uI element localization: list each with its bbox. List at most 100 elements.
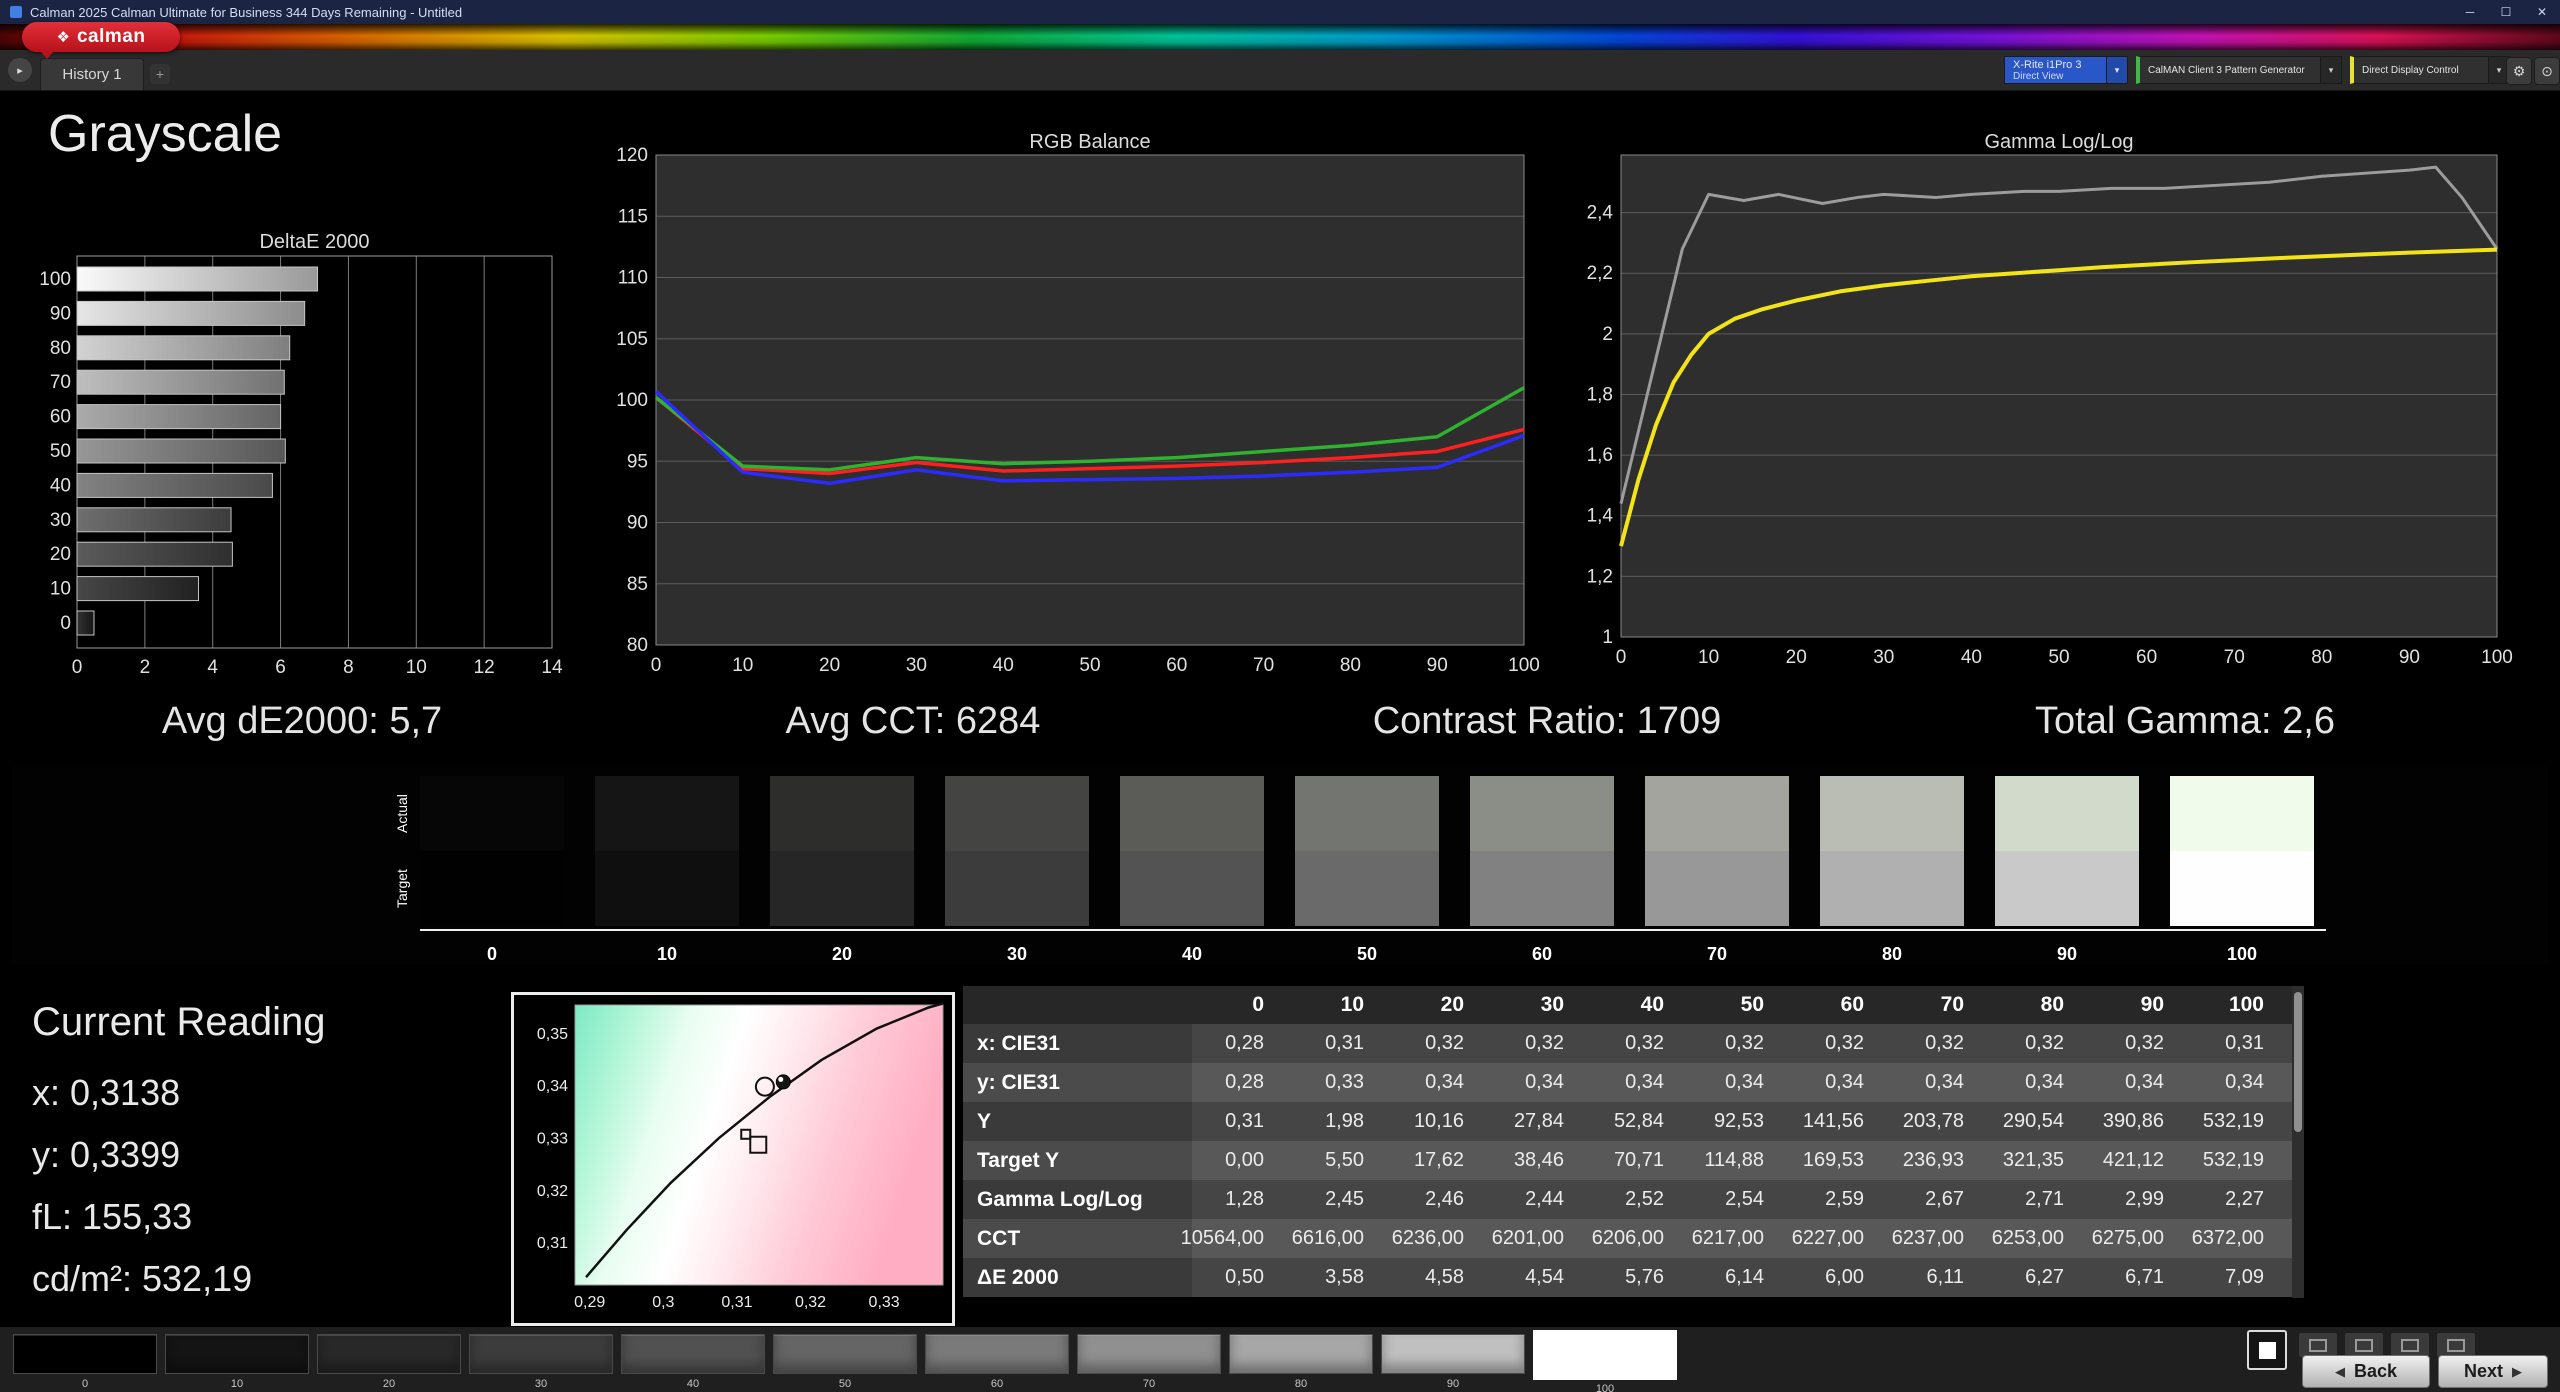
deltae-chart: DeltaE 20000 2 4 6 8 10 12 14100908070605040302… [39,231,563,678]
table-row: y: CIE31 0,28 0,33 0,34 0,34 0,34 0,34 0,34 0,34… [963,1063,2292,1102]
pattern-swatch-button[interactable] [621,1334,765,1374]
swatch-actual [1120,776,1264,851]
table-scrollbar-thumb[interactable] [2294,992,2302,1132]
pattern-swatch-button[interactable] [925,1334,1069,1374]
display-selector[interactable]: Direct Display Control ▾ [2350,56,2510,84]
svg-text:2: 2 [140,657,151,678]
table-scrollbar[interactable] [2292,986,2304,1298]
rgb-balance-chart: RGB Balance120115110105100959085800 10 20 3… [616,131,1540,676]
svg-text:6: 6 [275,657,286,678]
grayscale-swatch: 40 [1120,776,1264,964]
swatch-target [1645,851,1789,926]
svg-text:20: 20 [50,544,71,565]
svg-text:60: 60 [2136,647,2157,668]
swatch-level-label: 80 [1881,944,1903,964]
svg-text:0,33: 0,33 [537,1130,568,1147]
history-nav-button[interactable]: ▸ [8,58,32,82]
svg-text:70: 70 [1253,655,1274,676]
svg-text:80: 80 [2311,647,2332,668]
svg-text:0: 0 [60,613,71,634]
table-cell: 10564,00 [1180,1227,1264,1249]
table-cell: 0,34 [1525,1071,1564,1093]
tab-history-1[interactable]: History 1 [40,58,144,90]
table-row: Y 0,31 1,98 10,16 27,84 52,84 92,53 141,56 203,7… [963,1102,2292,1141]
svg-text:1: 1 [1602,627,1613,648]
svg-text:30: 30 [50,510,71,531]
svg-text:0,29: 0,29 [574,1294,605,1311]
next-button[interactable]: Next ▶ [2438,1355,2548,1388]
table-cell: 2,27 [2225,1188,2264,1210]
svg-text:120: 120 [616,145,648,166]
svg-text:40: 40 [993,655,1014,676]
next-arrow-icon: ▶ [2512,1363,2522,1379]
calman-app-window: Calman 2025 Calman Ultimate for Business… [0,0,2560,1392]
table-cell: 2,54 [1725,1188,1764,1210]
table-cell: 10,16 [1413,1110,1464,1132]
grayscale-swatch: 50 [1295,776,1439,964]
table-row-label: CCT [963,1219,1192,1258]
gear-icon[interactable]: ⚙ [2506,57,2532,85]
pattern-swatch-label: 70 [1142,1378,1156,1390]
svg-text:0,3: 0,3 [652,1294,674,1311]
svg-text:0,35: 0,35 [537,1026,568,1043]
deltae-bar [76,369,285,395]
deltae-bar [76,541,233,567]
pattern-swatch-button[interactable] [13,1334,157,1374]
pattern-swatch-button[interactable] [469,1334,613,1374]
pattern-swatch-button[interactable] [1533,1330,1677,1380]
table-column-header: 80 [2040,993,2064,1016]
title-bar: Calman 2025 Calman Ultimate for Business… [0,0,2560,24]
minimize-button[interactable]: ─ [2452,0,2488,24]
table-cell: 203,78 [1902,1110,1964,1132]
table-cell: 0,34 [1725,1071,1764,1093]
table-cell: 6253,00 [1991,1227,2064,1249]
table-cell: 0,28 [1225,1071,1264,1093]
meter-selector[interactable]: X-Rite i1Pro 3 Direct View ▾ [2004,56,2128,84]
svg-text:4: 4 [207,657,218,678]
maximize-button[interactable]: ☐ [2488,0,2524,24]
table-cell: 0,32 [1625,1032,1664,1054]
table-cell: 0,31 [1325,1032,1364,1054]
table-column-header: 90 [2140,993,2164,1016]
back-arrow-icon: ◀ [2334,1363,2345,1379]
deltae-bar [76,438,286,464]
pattern-swatch-button[interactable] [1381,1334,1525,1374]
pattern-swatch-button[interactable] [1077,1334,1221,1374]
target-icon[interactable]: ⊙ [2534,57,2560,85]
app-icon [10,6,22,18]
chevron-down-icon[interactable]: ▾ [2106,57,2127,83]
pattern-window-button[interactable] [2247,1330,2287,1370]
deltae-bar [76,404,282,430]
svg-text:1,8: 1,8 [1587,384,1613,405]
table-row: Gamma Log/Log 1,28 2,45 2,46 2,44 2,52 2,54 2,5… [963,1180,2292,1219]
swatch-actual [595,776,739,851]
table-column-header: 40 [1640,993,1664,1016]
pattern-swatch-button[interactable] [1229,1334,1373,1374]
close-button[interactable]: ✕ [2524,0,2560,24]
pattern-swatch-label: 50 [838,1378,852,1390]
reading-dot-marker [775,1074,791,1090]
pattern-swatch-button[interactable] [165,1334,309,1374]
swatch-actual [1645,776,1789,851]
chevron-down-icon[interactable]: ▾ [2320,57,2341,83]
new-tab-button[interactable]: + [150,64,170,84]
table-corner-cell [963,986,1192,1024]
back-button[interactable]: ◀ Back [2302,1355,2430,1388]
calman-logo[interactable]: ❖ calman [22,22,180,52]
pattern-swatch-label: 10 [230,1378,244,1390]
table-cell: 1,28 [1225,1188,1264,1210]
svg-text:80: 80 [1340,655,1361,676]
reading-x: x: 0,3138 [32,1072,181,1113]
table-cell: 5,50 [1325,1149,1364,1171]
svg-text:90: 90 [1427,655,1448,676]
table-cell: 2,52 [1625,1188,1664,1210]
pattern-swatch-button[interactable] [317,1334,461,1374]
strip-underline [420,929,2326,931]
source-selector[interactable]: CalMAN Client 3 Pattern Generator ▾ [2136,56,2342,84]
pattern-swatch-button[interactable] [773,1334,917,1374]
table-cell: 0,32 [1925,1032,1964,1054]
svg-text:100: 100 [39,269,71,290]
table-cell: 0,33 [1325,1071,1364,1093]
table-cell: 6236,00 [1391,1227,1464,1249]
deltae-bar [76,472,273,498]
